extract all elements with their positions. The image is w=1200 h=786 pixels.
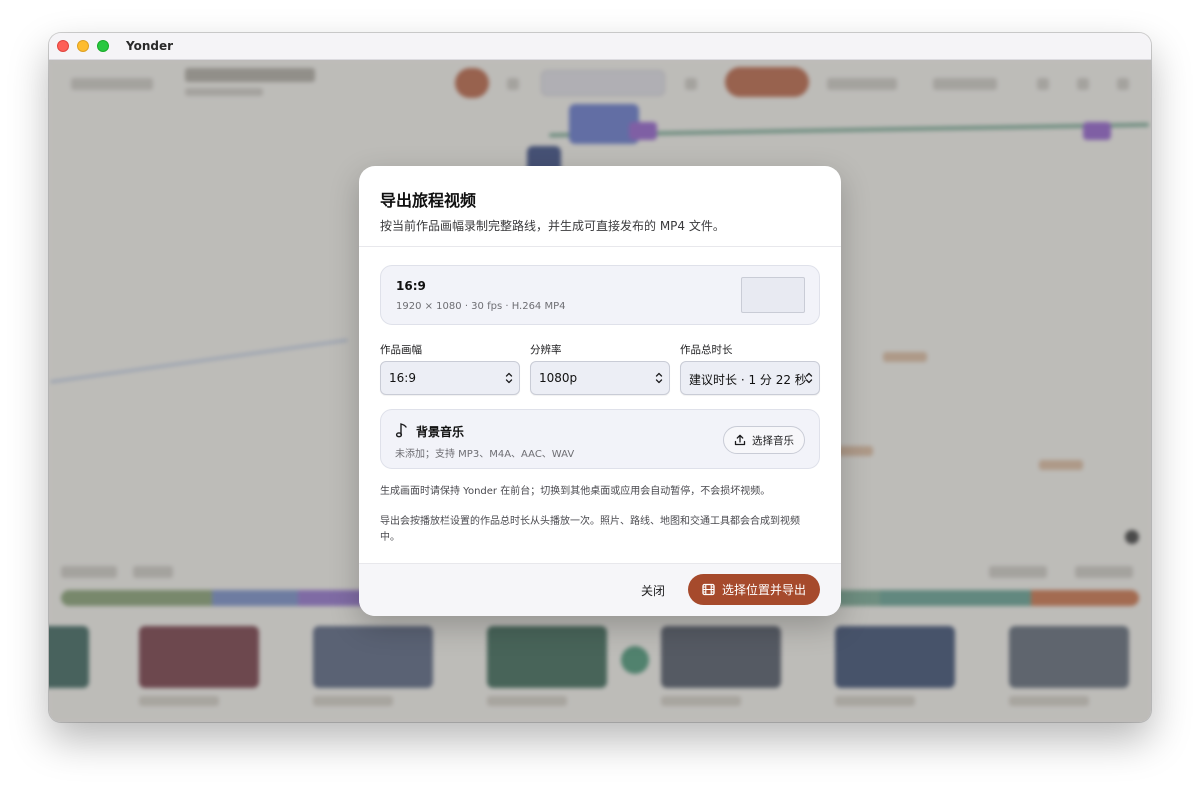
minimize-window-button[interactable] (77, 40, 89, 52)
export-note: 导出会按播放栏设置的作品总时长从头播放一次。照片、路线、地图和交通工具都会合成到… (380, 516, 800, 543)
duration-select-value: 建议时长 · 1 分 22 秒 (689, 373, 807, 387)
chevron-updown-icon (505, 372, 513, 384)
maximize-window-button[interactable] (97, 40, 109, 52)
resolution-select[interactable]: 1080p (530, 361, 670, 395)
export-video-dialog: 导出旅程视频 按当前作品画幅录制完整路线，并生成可直接发布的 MP4 文件。 1… (359, 166, 841, 616)
duration-label: 作品总时长 (680, 344, 733, 356)
dialog-footer: 关闭 选择位置并导出 (359, 563, 841, 616)
background-music-card: 背景音乐 未添加；支持 MP3、M4A、AAC、WAV 选择音乐 (380, 409, 820, 469)
window-title: Yonder (126, 39, 174, 53)
film-icon (702, 583, 715, 596)
resolution-label: 分辨率 (530, 344, 562, 356)
close-window-button[interactable] (57, 40, 69, 52)
title-bar: Yonder (49, 33, 1151, 60)
chevron-updown-icon (805, 372, 813, 384)
aspect-preview (741, 277, 805, 313)
window-controls (57, 40, 109, 52)
choose-music-button[interactable]: 选择音乐 (723, 426, 805, 454)
format-preset-card: 16:9 1920 × 1080 · 30 fps · H.264 MP4 (380, 265, 820, 325)
duration-select[interactable]: 建议时长 · 1 分 22 秒 (680, 361, 820, 395)
chevron-updown-icon (655, 372, 663, 384)
dialog-description: 按当前作品画幅录制完整路线，并生成可直接发布的 MP4 文件。 (380, 219, 725, 233)
app-window: Yonder 导出旅程视频 按当前作品画幅录制完整路线，并生成可直接发布的 MP… (49, 33, 1151, 722)
music-note-icon (395, 423, 407, 438)
resolution-select-value: 1080p (539, 371, 578, 385)
choose-music-label: 选择音乐 (752, 434, 794, 447)
upload-icon (734, 434, 746, 446)
preset-spec: 1920 × 1080 · 30 fps · H.264 MP4 (396, 301, 566, 312)
export-button-label: 选择位置并导出 (721, 583, 806, 597)
close-button[interactable]: 关闭 (633, 576, 673, 604)
music-title: 背景音乐 (416, 425, 465, 439)
aspect-select-value: 16:9 (389, 371, 416, 385)
export-button[interactable]: 选择位置并导出 (688, 574, 820, 605)
aspect-select[interactable]: 16:9 (380, 361, 520, 395)
music-subtitle: 未添加；支持 MP3、M4A、AAC、WAV (395, 449, 575, 460)
dialog-header: 导出旅程视频 按当前作品画幅录制完整路线，并生成可直接发布的 MP4 文件。 (359, 166, 841, 247)
dialog-title: 导出旅程视频 (380, 191, 477, 210)
preset-name: 16:9 (396, 279, 426, 293)
foreground-note: 生成画面时请保持 Yonder 在前台；切换到其他桌面或应用会自动暂停，不会损坏… (380, 486, 771, 497)
aspect-label: 作品画幅 (380, 344, 422, 356)
